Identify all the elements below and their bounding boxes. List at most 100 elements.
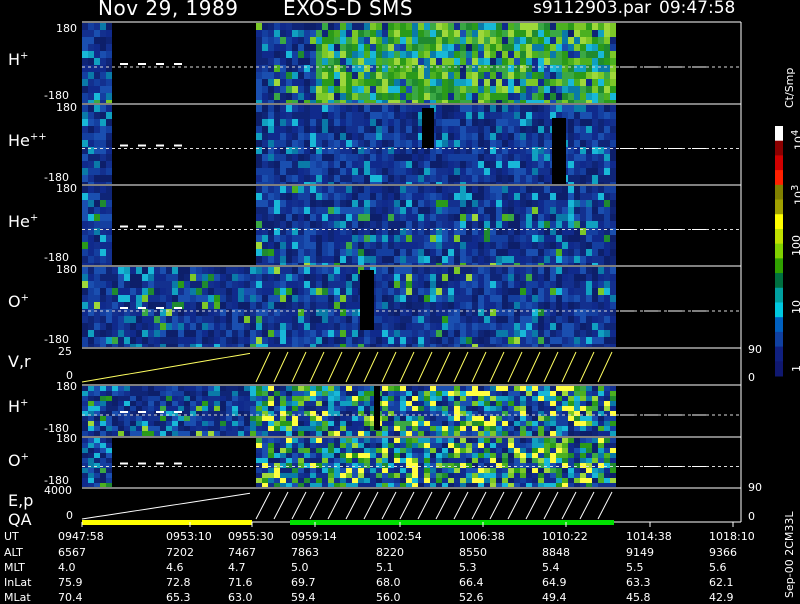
spectrogram-cell [370, 112, 376, 119]
spectrogram-cell [430, 391, 436, 396]
spectrogram-cell [130, 302, 136, 309]
spectrogram-cell [538, 483, 544, 487]
spectrogram-cell [310, 438, 316, 443]
spectrogram-cell [460, 401, 466, 406]
spectrogram-cell [484, 140, 490, 147]
spectrogram-cell [274, 330, 280, 337]
spectrogram-cell [586, 344, 592, 347]
spectrogram-cell [310, 316, 316, 323]
spectrogram-cell [358, 44, 364, 51]
spectrogram-cell [538, 249, 544, 256]
spectrogram-cell [352, 105, 358, 112]
spectrogram-cell [358, 421, 364, 426]
spectrogram-cell [376, 133, 382, 140]
spectrogram-cell [370, 458, 376, 463]
spectrogram-cell [214, 401, 220, 406]
spectrogram-cell [184, 431, 190, 436]
spectrogram-cell [352, 58, 358, 65]
spectrogram-cell [82, 30, 88, 37]
spectrogram-cell [292, 65, 298, 72]
spectrogram-cell [196, 281, 202, 288]
spectrogram-cell [538, 288, 544, 295]
spectrogram-cell [604, 249, 610, 256]
spectrogram-cell [430, 175, 436, 182]
spectrogram-cell [382, 154, 388, 161]
spectrogram-cell [436, 182, 442, 184]
spectrogram-cell [280, 51, 286, 58]
spectrogram-cell [586, 274, 592, 281]
spectrogram-cell [388, 168, 394, 175]
spectrogram-cell [598, 458, 604, 463]
spectrogram-cell [412, 281, 418, 288]
spectrogram-cell [472, 391, 478, 396]
spectrogram-cell [328, 344, 334, 347]
spectrogram-cell [430, 221, 436, 228]
spectrogram-cell [262, 100, 268, 103]
spectrogram-cell [286, 478, 292, 483]
spectrogram-cell [214, 302, 220, 309]
spectrogram-cell [592, 161, 598, 168]
spectrogram-cell [316, 426, 322, 431]
spectrogram-cell [472, 274, 478, 281]
spectrogram-cell [148, 267, 154, 274]
spectrogram-cell [280, 421, 286, 426]
spectrogram-cell [304, 416, 310, 421]
spectrogram-cell [100, 406, 106, 411]
spectrogram-cell [268, 93, 274, 100]
spectrogram-cell [364, 214, 370, 221]
spectrogram-cell [88, 93, 94, 100]
spectrogram-cell [100, 154, 106, 161]
spectrogram-cell [382, 242, 388, 249]
spectrogram-cell [118, 274, 124, 281]
spectrogram-cell [100, 478, 106, 483]
spectrogram-cell [604, 235, 610, 242]
spectrogram-cell [586, 302, 592, 309]
spectrogram-cell [316, 79, 322, 86]
spectrogram-cell [316, 263, 322, 265]
spectrogram-cell [316, 126, 322, 133]
spectrogram-cell [274, 396, 280, 401]
spectrogram-cell [106, 242, 112, 249]
spectrogram-cell [214, 416, 220, 421]
spectrogram-cell [304, 401, 310, 406]
spectrogram-cell [244, 267, 250, 274]
spectrogram-cell [412, 44, 418, 51]
spectrogram-cell [358, 93, 364, 100]
spectrogram-cell [160, 323, 166, 330]
spectrogram-cell [508, 58, 514, 65]
spectrogram-cell [274, 302, 280, 309]
spectrogram-cell [538, 274, 544, 281]
spectrogram-cell [316, 416, 322, 421]
spectrogram-cell [298, 468, 304, 473]
spectrogram-cell [316, 274, 322, 281]
spectrogram-cell [274, 37, 280, 44]
spectrogram-cell [346, 44, 352, 51]
spectrogram-cell [532, 37, 538, 44]
spectrogram-cell [334, 44, 340, 51]
spectrogram-cell [82, 274, 88, 281]
spectrogram-cell [394, 105, 400, 112]
spectrogram-cell [184, 421, 190, 426]
spectrogram-cell [460, 473, 466, 478]
spectrogram-cell [610, 281, 616, 288]
spectrogram-cell [100, 44, 106, 51]
spectrogram-cell [190, 295, 196, 302]
spectrogram-cell [508, 175, 514, 182]
spectrogram-cell [94, 295, 100, 302]
spectrogram-cell [334, 453, 340, 458]
spectrogram-cell [154, 330, 160, 337]
spectrogram-cell [424, 100, 430, 103]
spectrogram-cell [388, 295, 394, 302]
spectrogram-cell [352, 182, 358, 184]
spectrogram-cell [274, 126, 280, 133]
spectrogram-cell [568, 133, 574, 140]
spectrogram-cell [466, 288, 472, 295]
spectrogram-cell [160, 344, 166, 347]
spectrogram-cell [280, 100, 286, 103]
spectrogram-cell [184, 295, 190, 302]
spectrogram-cell [358, 330, 364, 337]
spectrogram-cell [496, 37, 502, 44]
spectrogram-cell [598, 161, 604, 168]
spectrogram-cell [346, 207, 352, 214]
spectrogram-cell [604, 242, 610, 249]
